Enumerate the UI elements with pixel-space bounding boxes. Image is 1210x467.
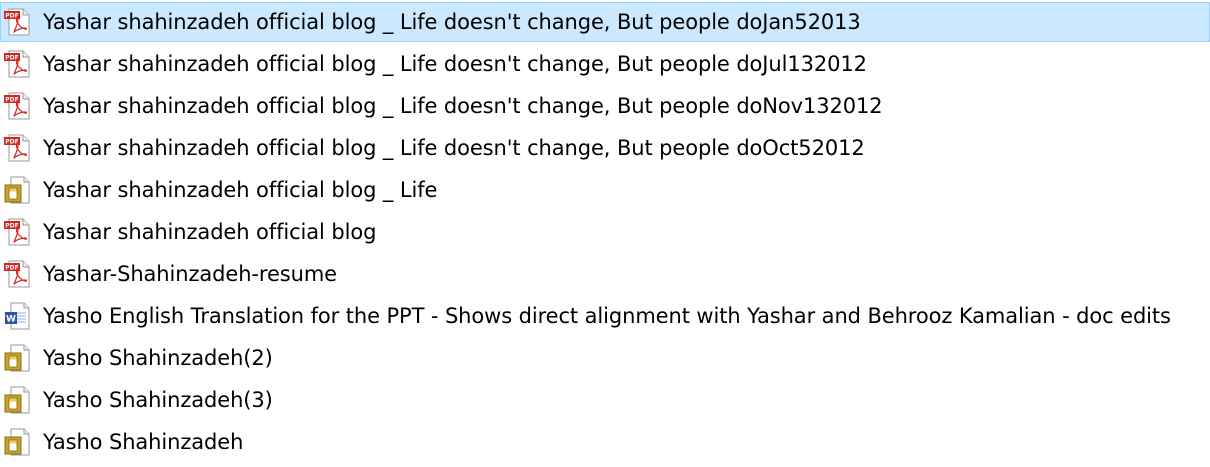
generic-file-icon [3, 343, 33, 373]
file-name: Yasho English Translation for the PPT - … [43, 304, 1171, 328]
pdf-icon: PDF [3, 217, 33, 247]
pdf-icon: PDF [3, 91, 33, 121]
file-row[interactable]: PDF Yashar shahinzadeh official blog _ L… [0, 44, 1210, 84]
generic-file-icon [3, 427, 33, 457]
file-row[interactable]: Yashar shahinzadeh official blog _ Life [0, 170, 1210, 210]
file-name: Yashar shahinzadeh official blog _ Life … [43, 52, 867, 76]
generic-file-icon [3, 385, 33, 415]
file-row[interactable]: Yasho Shahinzadeh [0, 422, 1210, 462]
file-row[interactable]: PDF Yashar shahinzadeh official blog _ L… [0, 128, 1210, 168]
word-doc-icon: W [3, 301, 33, 331]
generic-file-icon [3, 175, 33, 205]
file-row[interactable]: Yasho Shahinzadeh(2) [0, 338, 1210, 378]
file-name: Yashar shahinzadeh official blog [43, 220, 377, 244]
file-list: PDF Yashar shahinzadeh official blog _ L… [0, 0, 1210, 467]
file-name: Yasho Shahinzadeh(3) [43, 388, 273, 412]
file-name: Yashar shahinzadeh official blog _ Life [43, 178, 438, 202]
file-name: Yashar shahinzadeh official blog _ Life … [43, 94, 883, 118]
file-name: Yashar shahinzadeh official blog _ Life … [43, 136, 865, 160]
file-row[interactable]: W Yasho English Translation for the PPT … [0, 296, 1210, 336]
file-row[interactable]: PDF Yashar shahinzadeh official blog _ L… [0, 2, 1210, 42]
file-name: Yasho Shahinzadeh [43, 430, 244, 454]
pdf-icon: PDF [3, 49, 33, 79]
file-row[interactable]: PDF Yashar shahinzadeh official blog [0, 212, 1210, 252]
file-name: Yasho Shahinzadeh(2) [43, 346, 273, 370]
file-row[interactable]: PDF Yashar-Shahinzadeh-resume [0, 254, 1210, 294]
file-name: Yashar-Shahinzadeh-resume [43, 262, 338, 286]
file-row[interactable]: PDF Yashar shahinzadeh official blog _ L… [0, 86, 1210, 126]
file-name: Yashar shahinzadeh official blog _ Life … [43, 10, 861, 34]
svg-text:W: W [6, 315, 16, 325]
pdf-icon: PDF [3, 133, 33, 163]
file-row[interactable]: Yasho Shahinzadeh(3) [0, 380, 1210, 420]
pdf-icon: PDF [3, 7, 33, 37]
pdf-icon: PDF [3, 259, 33, 289]
